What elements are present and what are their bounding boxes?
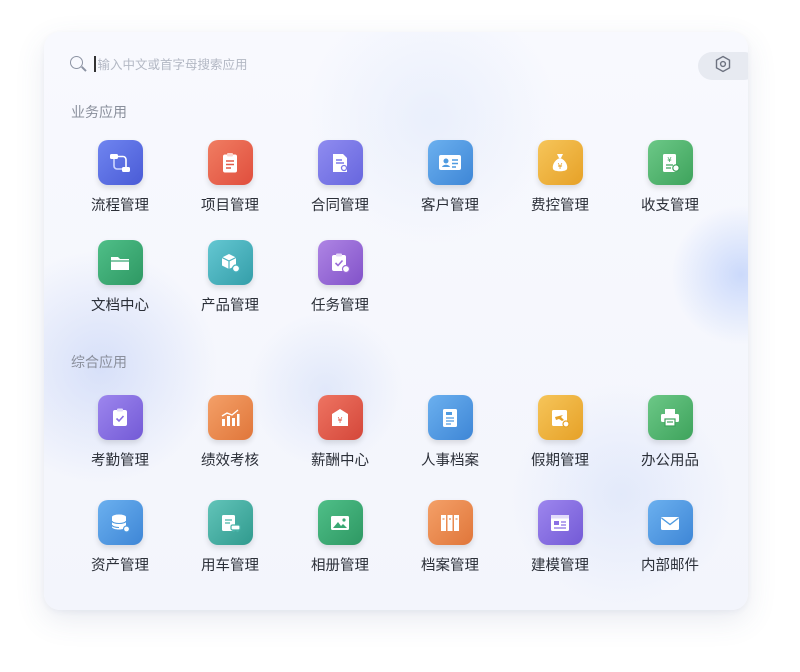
money-bag-icon: ¥ [537,140,583,185]
app-label: 薪酬中心 [311,453,369,469]
app-label: 假期管理 [531,453,589,469]
section-title-general: 综合应用 [71,355,127,371]
svg-text:¥: ¥ [557,162,562,171]
app-attendance[interactable]: 考勤管理 [65,395,175,475]
app-vacation[interactable]: 假期管理 [505,395,615,475]
app-product[interactable]: 产品管理 [175,240,285,320]
app-archive[interactable]: 档案管理 [395,500,505,580]
photo-album-icon [317,500,363,545]
app-label: 费控管理 [531,198,589,214]
settings-hexagon-icon [714,55,732,77]
app-finance[interactable]: ¥ 收支管理 [615,140,725,220]
svg-text:¥: ¥ [667,156,672,164]
search-input[interactable] [97,56,398,72]
app-photo-album[interactable]: 相册管理 [285,500,395,580]
clipboard-list-icon [207,140,253,185]
app-label: 内部邮件 [641,558,699,574]
text-cursor [94,56,96,72]
printer-icon [647,395,693,440]
salary-envelope-icon: ¥ [317,395,363,440]
app-task[interactable]: 任务管理 [285,240,395,320]
settings-button[interactable] [698,52,748,80]
customer-card-icon [427,140,473,185]
modeling-window-icon [537,500,583,545]
app-label: 用车管理 [201,558,259,574]
app-label: 建模管理 [531,558,589,574]
contract-document-icon [317,140,363,185]
app-documents[interactable]: 文档中心 [65,240,175,320]
app-performance[interactable]: 绩效考核 [175,395,285,475]
app-contract[interactable]: 合同管理 [285,140,395,220]
app-label: 产品管理 [201,298,259,314]
section-title-business: 业务应用 [71,105,127,121]
app-launcher-panel: 业务应用 流程管理 项目管理 合同管理 客户管理 ¥ 费控管理 ¥ 收支管理 [44,32,748,610]
app-label: 办公用品 [641,453,699,469]
svg-text:¥: ¥ [337,416,342,425]
app-salary[interactable]: ¥ 薪酬中心 [285,395,395,475]
app-label: 项目管理 [201,198,259,214]
search-bar[interactable] [68,54,398,74]
app-label: 任务管理 [311,298,369,314]
app-expense[interactable]: ¥ 费控管理 [505,140,615,220]
app-label: 相册管理 [311,558,369,574]
app-customer[interactable]: 客户管理 [395,140,505,220]
app-label: 收支管理 [641,198,699,214]
app-label: 绩效考核 [201,453,259,469]
app-label: 档案管理 [421,558,479,574]
task-clipboard-icon [317,240,363,285]
app-hr-records[interactable]: 人事档案 [395,395,505,475]
mail-envelope-icon [647,500,693,545]
app-vehicle[interactable]: 用车管理 [175,500,285,580]
app-label: 资产管理 [91,558,149,574]
search-icon [68,54,88,74]
performance-chart-icon [207,395,253,440]
app-label: 合同管理 [311,198,369,214]
attendance-clipboard-icon [97,395,143,440]
app-project[interactable]: 项目管理 [175,140,285,220]
app-internal-mail[interactable]: 内部邮件 [615,500,725,580]
app-label: 考勤管理 [91,453,149,469]
product-box-icon [207,240,253,285]
app-label: 文档中心 [91,298,149,314]
vacation-plane-icon [537,395,583,440]
hr-record-icon [427,395,473,440]
app-workflow[interactable]: 流程管理 [65,140,175,220]
archive-binders-icon [427,500,473,545]
app-assets[interactable]: 资产管理 [65,500,175,580]
workflow-icon [97,140,143,185]
app-label: 客户管理 [421,198,479,214]
app-modeling[interactable]: 建模管理 [505,500,615,580]
asset-database-icon [97,500,143,545]
finance-ledger-icon: ¥ [647,140,693,185]
vehicle-clipboard-icon [207,500,253,545]
app-label: 人事档案 [421,453,479,469]
app-office-supplies[interactable]: 办公用品 [615,395,725,475]
folder-icon [97,240,143,285]
app-label: 流程管理 [91,198,149,214]
